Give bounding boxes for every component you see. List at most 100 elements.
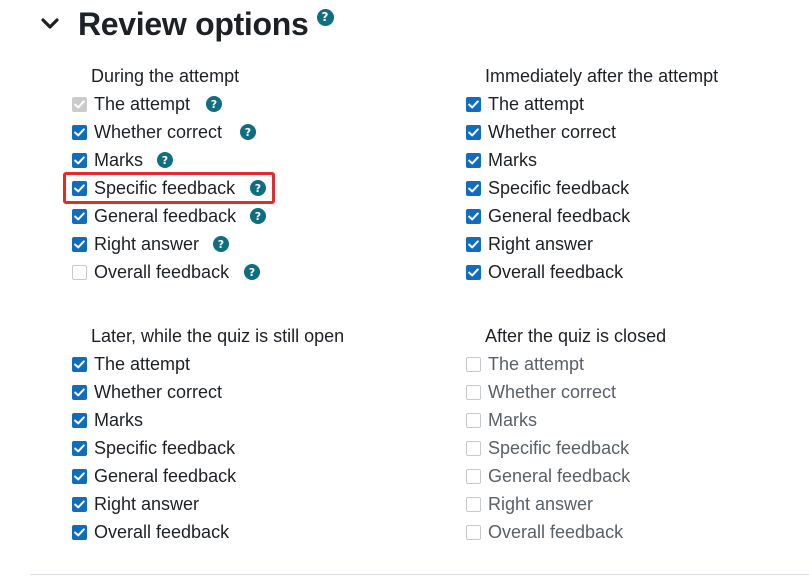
review-option-row: General feedback [72,462,344,490]
section-header: Review options ? [36,2,334,46]
checkbox[interactable] [466,356,481,372]
column-heading: During the attempt [91,66,240,86]
checkbox-label[interactable]: Overall feedback [488,262,623,283]
review-option-row: Marks [72,406,344,434]
column-during-attempt: During the attempt The attempt? Whether co… [63,62,275,286]
checkbox-label[interactable]: Whether correct [488,122,616,143]
checkbox[interactable] [466,384,481,400]
review-option-row: Right answer [466,490,666,518]
column-heading: After the quiz is closed [485,326,667,346]
review-option-row: Marks [466,146,718,174]
checkbox[interactable] [466,96,481,112]
review-option-row: The attempt [466,350,666,378]
column-after-closed: After the quiz is closed The attempt Wheth… [466,322,666,546]
checkbox[interactable] [466,124,481,140]
checkbox[interactable] [72,524,87,540]
checkbox[interactable] [72,496,87,512]
checkbox[interactable] [466,524,481,540]
review-option-row: Specific feedback [466,434,666,462]
checkbox-label[interactable]: Whether correct [94,122,222,143]
checkbox-label[interactable]: The attempt [488,354,584,375]
review-option-row: Overall feedback [466,258,718,286]
help-icon[interactable]: ? [206,96,222,112]
review-option-row: Whether correct? [72,118,256,146]
checkbox-label[interactable]: Overall feedback [488,522,623,543]
review-option-row: Specific feedback [466,174,718,202]
checkbox[interactable] [466,468,481,484]
checkbox-label[interactable]: Overall feedback [94,262,229,283]
checkbox[interactable] [466,152,481,168]
checkbox[interactable] [72,468,87,484]
help-icon[interactable]: ? [316,8,334,26]
help-icon[interactable]: ? [244,264,260,280]
column-heading: Immediately after the attempt [485,66,719,86]
review-option-row: General feedback [466,462,666,490]
help-icon[interactable]: ? [240,124,256,140]
checkbox [72,96,87,112]
checkbox-label[interactable]: Marks [94,150,143,171]
review-option-row: Right answer? [72,230,239,258]
checkbox-label[interactable]: Specific feedback [94,438,235,459]
help-icon[interactable]: ? [157,152,173,168]
checkbox-label[interactable]: Whether correct [488,382,616,403]
checkbox[interactable] [72,236,87,252]
checkbox-label[interactable]: Specific feedback [488,438,629,459]
checkbox[interactable] [72,264,87,280]
help-icon[interactable]: ? [250,208,266,224]
review-option-row: The attempt [72,350,344,378]
checkbox-label[interactable]: The attempt [94,94,190,115]
checkbox[interactable] [72,152,87,168]
checkbox[interactable] [466,496,481,512]
checkbox[interactable] [466,440,481,456]
review-option-row: Overall feedback? [72,258,260,286]
section-title: Review options [78,5,309,42]
checkbox[interactable] [466,208,481,224]
review-option-row: The attempt? [72,90,239,118]
help-icon[interactable]: ? [213,236,229,252]
checkbox[interactable] [72,440,87,456]
checkbox-label[interactable]: Marks [488,150,537,171]
checkbox-label[interactable]: General feedback [94,466,236,487]
checkbox-label[interactable]: General feedback [488,206,630,227]
chevron-down-icon[interactable] [36,10,64,38]
column-later-while-open: Later, while the quiz is still open The a… [72,322,344,546]
review-option-row: The attempt [466,90,718,118]
review-option-row: Specific feedback? [63,172,275,204]
checkbox[interactable] [466,180,481,196]
review-option-row: Whether correct [72,378,344,406]
review-option-row: Specific feedback [72,434,344,462]
checkbox-label[interactable]: General feedback [94,206,236,227]
checkbox[interactable] [72,384,87,400]
checkbox-label[interactable]: The attempt [488,94,584,115]
column-heading: Later, while the quiz is still open [91,326,345,346]
divider [30,574,809,575]
checkbox[interactable] [466,412,481,428]
review-option-row: Right answer [466,230,718,258]
checkbox-label[interactable]: Marks [488,410,537,431]
checkbox[interactable] [72,208,87,224]
checkbox[interactable] [466,264,481,280]
checkbox-label[interactable]: Right answer [488,494,593,515]
review-option-row: Right answer [72,490,344,518]
checkbox-label[interactable]: Marks [94,410,143,431]
checkbox-label[interactable]: General feedback [488,466,630,487]
checkbox[interactable] [72,412,87,428]
checkbox[interactable] [72,124,87,140]
review-option-row: General feedback [466,202,718,230]
checkbox-label[interactable]: Specific feedback [488,178,629,199]
review-option-row: Overall feedback [72,518,344,546]
checkbox-label[interactable]: The attempt [94,354,190,375]
checkbox-label[interactable]: Whether correct [94,382,222,403]
review-option-row: Whether correct [466,378,666,406]
review-option-row: Overall feedback [466,518,666,546]
review-option-row: Whether correct [466,118,718,146]
review-option-row: General feedback? [72,202,266,230]
checkbox-label[interactable]: Right answer [94,234,199,255]
checkbox-label[interactable]: Right answer [488,234,593,255]
checkbox[interactable] [466,236,481,252]
checkbox-label[interactable]: Overall feedback [94,522,229,543]
highlight-box [63,172,275,204]
checkbox[interactable] [72,356,87,372]
checkbox-label[interactable]: Right answer [94,494,199,515]
column-immediately-after: Immediately after the attempt The attempt… [466,62,718,286]
